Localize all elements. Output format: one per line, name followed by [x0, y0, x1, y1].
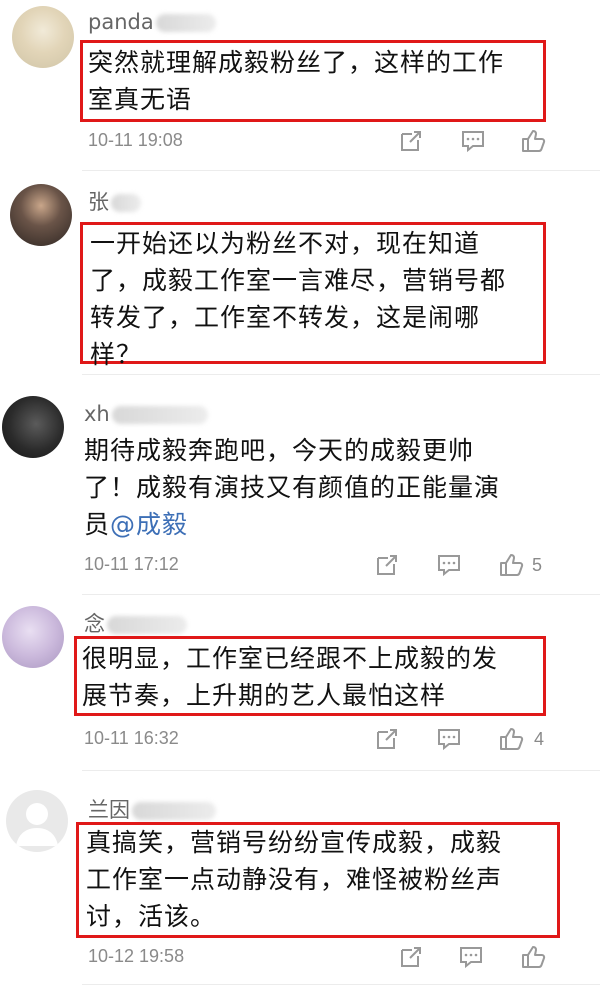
- share-icon[interactable]: [398, 128, 424, 154]
- timestamp: 10-11 19:08: [88, 130, 183, 150]
- share-icon[interactable]: [374, 726, 400, 752]
- reply-icon[interactable]: [436, 552, 462, 578]
- default-avatar-icon: [16, 803, 58, 846]
- comment-text: 一开始还以为粉丝不对，现在知道 了，成毅工作室一言难尽，营销号都 转发了，工作室…: [90, 229, 507, 369]
- timestamp: 10-11 16:32: [84, 728, 179, 748]
- share-icon[interactable]: [374, 552, 400, 578]
- comment-text: 真搞笑，营销号纷纷宣传成毅，成毅 工作室一点动静没有，难怪被粉丝声 讨，活该。: [86, 828, 503, 931]
- comment-meta: 10-11 19:08: [88, 128, 600, 156]
- comment-meta: 10-11 17:12 5: [84, 552, 600, 580]
- username-text: 兰因: [88, 798, 130, 822]
- avatar[interactable]: [6, 790, 68, 852]
- avatar[interactable]: [12, 6, 74, 68]
- reply-icon[interactable]: [458, 944, 484, 970]
- comment-text: 突然就理解成毅粉丝了，这样的工作 室真无语: [88, 48, 505, 114]
- username[interactable]: 念: [84, 608, 187, 638]
- divider: [82, 374, 600, 375]
- comment-text: 期待成毅奔跑吧，今天的成毅更帅 了！成毅有演技又有颜值的正能量演 员@成毅: [84, 436, 501, 539]
- divider: [82, 170, 600, 171]
- like-icon[interactable]: [520, 944, 546, 970]
- like-icon[interactable]: [498, 552, 524, 578]
- username[interactable]: 兰因: [88, 794, 216, 824]
- like-count: 5: [532, 555, 543, 575]
- divider: [82, 594, 600, 595]
- username[interactable]: xh: [84, 402, 208, 426]
- username-text: panda: [88, 10, 154, 34]
- divider: [82, 770, 600, 771]
- avatar[interactable]: [10, 184, 72, 246]
- like-icon[interactable]: [498, 726, 524, 752]
- reply-icon[interactable]: [436, 726, 462, 752]
- share-icon[interactable]: [398, 944, 424, 970]
- comment-meta: 10-12 19:58: [88, 944, 600, 972]
- timestamp: 10-12 19:58: [88, 946, 185, 966]
- username[interactable]: 张: [88, 186, 141, 216]
- avatar[interactable]: [2, 606, 64, 668]
- username-text: xh: [84, 402, 110, 426]
- like-count: 4: [534, 729, 545, 749]
- mention-link[interactable]: @成毅: [110, 510, 188, 539]
- username-text: 张: [88, 190, 109, 214]
- comment-meta: 10-11 16:32 4: [84, 726, 600, 754]
- comment-text: 很明显，工作室已经跟不上成毅的发 展节奏，上升期的艺人最怕这样: [82, 644, 499, 710]
- username[interactable]: panda: [88, 10, 216, 34]
- reply-icon[interactable]: [460, 128, 486, 154]
- avatar[interactable]: [2, 396, 64, 458]
- like-icon[interactable]: [520, 128, 546, 154]
- divider: [82, 984, 600, 985]
- username-text: 念: [84, 612, 105, 636]
- timestamp: 10-11 17:12: [84, 554, 179, 574]
